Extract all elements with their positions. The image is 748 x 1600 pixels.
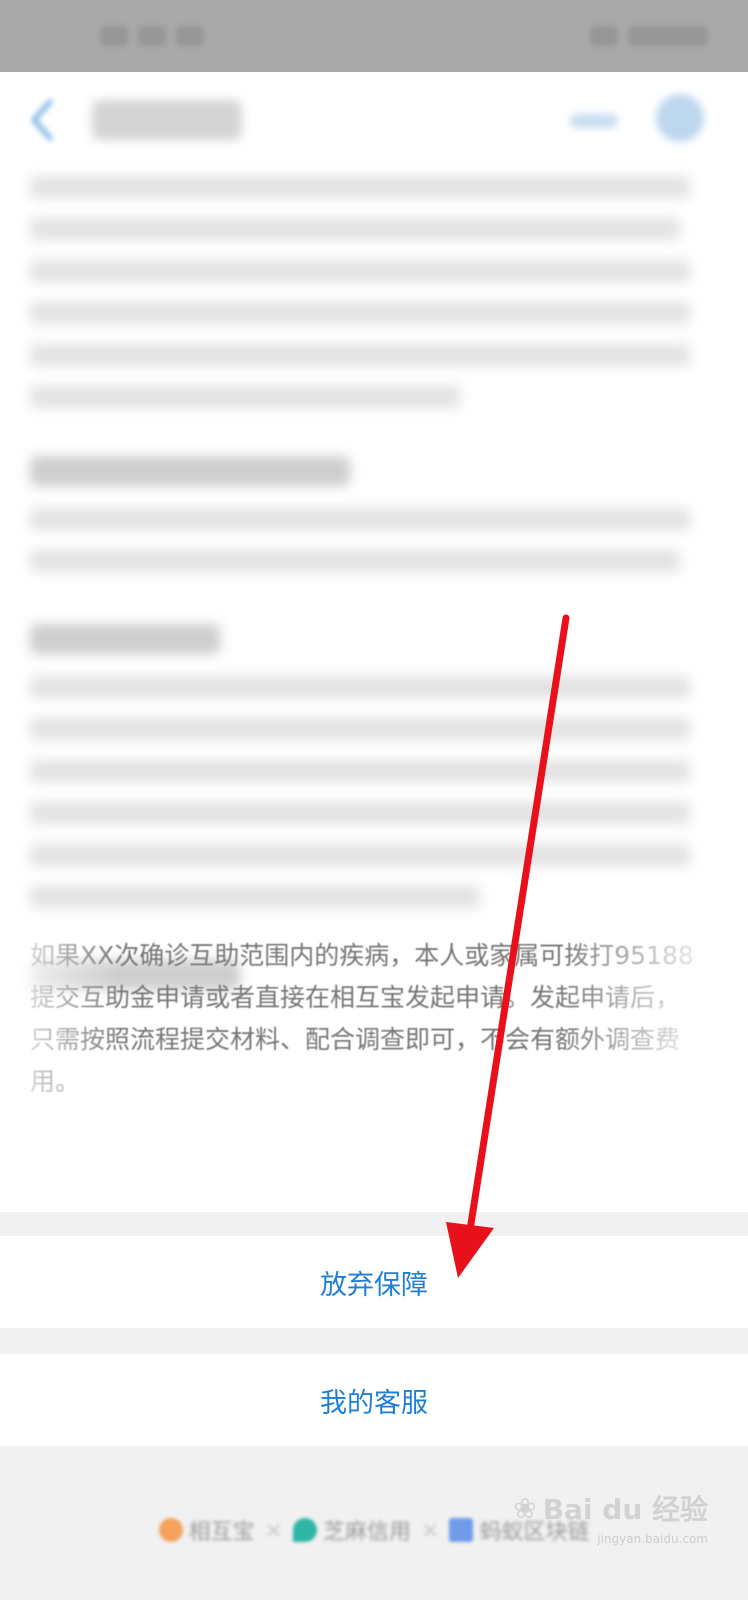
- text-line: [30, 344, 690, 366]
- status-bar: [0, 0, 748, 72]
- text-line: [30, 302, 690, 324]
- text-line: [30, 218, 680, 240]
- avatar[interactable]: [656, 94, 704, 142]
- watermark-main: Bai du 经验: [542, 1493, 708, 1526]
- brand-zhima: 芝麻信用: [292, 1514, 411, 1546]
- my-customer-service-button[interactable]: 我的客服: [0, 1354, 748, 1446]
- text-line: [30, 260, 690, 282]
- status-right-icons: [590, 26, 708, 48]
- notification-icon: [176, 26, 204, 46]
- text-line: [30, 844, 690, 866]
- nav-bar: [0, 72, 748, 172]
- abandon-protection-button[interactable]: 放弃保障: [0, 1236, 748, 1328]
- claims-body-text: 如果XX次确诊互助范围内的疾病，本人或家属可拨打95188提交互助金申请或者直接…: [30, 941, 694, 1096]
- text-line: [30, 718, 690, 740]
- battery-icon: [590, 26, 618, 46]
- text-line: [30, 508, 690, 530]
- signal-icon: [100, 26, 128, 46]
- brand-separator: ×: [421, 1517, 440, 1543]
- heart-icon: [158, 1518, 183, 1542]
- brand-separator: ×: [264, 1517, 283, 1543]
- text-line: [30, 886, 480, 908]
- text-line: [30, 676, 690, 698]
- status-left-icons: [100, 26, 204, 48]
- text-line: [30, 760, 690, 782]
- drop-icon: [292, 1518, 317, 1542]
- brand-xianghubao: 相互宝: [158, 1514, 255, 1546]
- section-heading: [30, 624, 220, 654]
- wifi-icon: [138, 26, 166, 46]
- watermark-sub: jingyan.baidu.com: [597, 1532, 708, 1546]
- more-icon[interactable]: [570, 114, 618, 128]
- brand-label: 相互宝: [188, 1520, 255, 1545]
- baidu-watermark: ❀ Bai du 经验 jingyan.baidu.com: [513, 1488, 708, 1547]
- text-line: [30, 176, 690, 198]
- paw-icon: ❀: [513, 1491, 537, 1525]
- text-line: [30, 550, 680, 572]
- time-icon: [628, 26, 708, 46]
- claims-section: 如果XX次确诊互助范围内的疾病，本人或家属可拨打95188提交互助金申请或者直接…: [30, 935, 710, 1103]
- section-heading: [30, 456, 350, 486]
- text-line: [30, 802, 690, 824]
- back-arrow-icon[interactable]: [30, 98, 54, 142]
- brand-label: 芝麻信用: [322, 1520, 411, 1545]
- blockchain-icon: [449, 1518, 474, 1542]
- page-title: [92, 100, 242, 140]
- text-line: [30, 386, 460, 408]
